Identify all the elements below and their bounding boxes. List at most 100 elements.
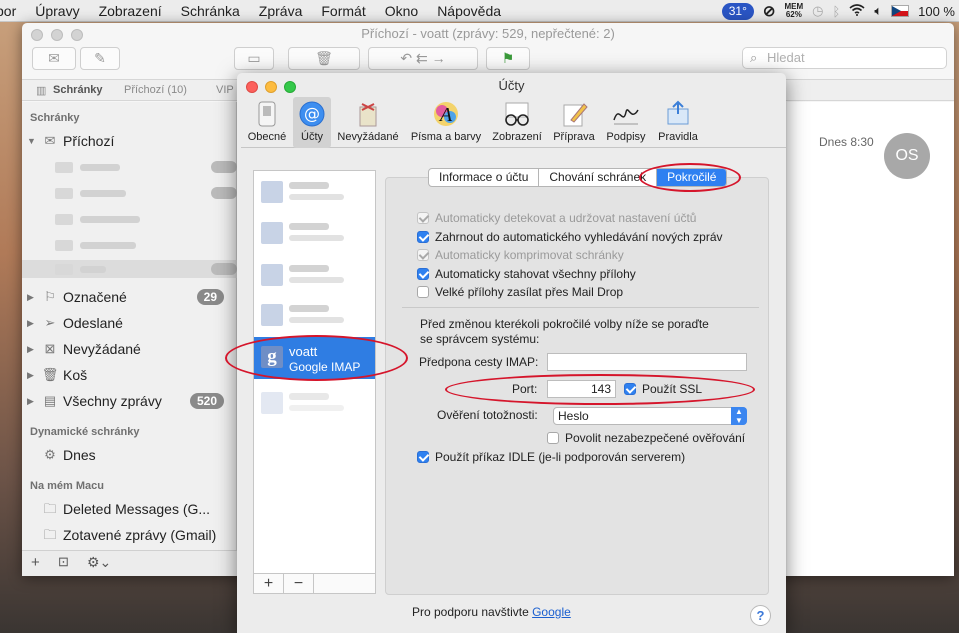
menu-edit[interactable]: Úpravy	[26, 3, 89, 19]
tab-label: Písma a barvy	[410, 131, 482, 143]
flag-icon: ⚑	[501, 50, 515, 66]
battery-text[interactable]: 100 %	[918, 4, 955, 19]
menu-format[interactable]: Formát	[312, 3, 375, 19]
delete-junk-buttons[interactable]: 🗑︎	[288, 47, 360, 70]
sidebar-item-deleted-messages[interactable]: 🗀 Deleted Messages (G...	[22, 497, 237, 521]
archive-button[interactable]: ▭	[234, 47, 274, 70]
gear-menu-button[interactable]: ⚙⌄	[87, 554, 111, 571]
sidebar-item-recovered[interactable]: 🗀 Zotavené zprávy (Gmail)	[22, 523, 237, 547]
sidebar-item-trash[interactable]: ▶ 🗑︎ Koš	[22, 363, 237, 387]
time-machine-icon[interactable]: ◷	[812, 3, 823, 19]
annotation-ellipse-account	[225, 335, 408, 381]
trash-icon: 🗑︎	[41, 367, 59, 382]
support-link[interactable]: Google	[532, 605, 571, 619]
sidebar-item-label: Dnes	[63, 447, 96, 463]
compose-button[interactable]: ✎	[80, 47, 120, 70]
checkbox-box[interactable]	[417, 268, 429, 280]
account-list: g voatt Google IMAP	[253, 170, 376, 593]
fav-sidebar-icon[interactable]: ▥	[36, 84, 46, 97]
flag-button[interactable]: ⚑	[486, 47, 530, 70]
disclosure-down-icon[interactable]: ▼	[27, 129, 36, 153]
menu-view[interactable]: Zobrazení	[90, 3, 172, 19]
add-mailbox-button[interactable]: +	[31, 554, 40, 571]
tab-account-info[interactable]: Informace o účtu	[429, 169, 540, 186]
memory-indicator[interactable]: MEM 62%	[784, 3, 803, 19]
inbox-subaccount[interactable]	[52, 210, 237, 228]
wifi-icon[interactable]	[849, 3, 865, 19]
reply-forward-buttons[interactable]: ↶ ⇇ →	[368, 47, 478, 70]
tab-accounts[interactable]: @ Účty	[293, 97, 331, 148]
tab-fonts-colors[interactable]: A Písma a barvy	[407, 97, 485, 148]
tab-label: Pravidla	[658, 131, 698, 143]
account-row[interactable]	[254, 385, 375, 419]
preferences-toolbar: Obecné @ Účty Nevyžádané A Písma a barvy…	[241, 97, 786, 148]
inbox-subaccount[interactable]	[52, 236, 237, 254]
checkbox-label: Automaticky komprimovat schránky	[435, 248, 624, 262]
inbox-subaccount[interactable]	[52, 158, 237, 176]
junk-bin-icon	[353, 100, 383, 128]
temperature-badge[interactable]: 31°	[721, 2, 754, 20]
auth-select-value: Heslo	[558, 409, 589, 423]
checkbox-box[interactable]	[417, 451, 429, 463]
glasses-icon	[502, 100, 532, 128]
disclosure-right-icon[interactable]: ▶	[27, 311, 34, 335]
tab-signatures[interactable]: Podpisy	[601, 97, 651, 148]
menu-mailbox[interactable]: Schránka	[172, 3, 250, 19]
sidebar-item-inbox[interactable]: ▼ ✉ Příchozí	[22, 129, 237, 153]
checkbox-box[interactable]	[417, 286, 429, 298]
sidebar-item-today[interactable]: ⚙ Dnes	[22, 443, 237, 467]
tab-junk[interactable]: Nevyžádané	[333, 97, 403, 148]
bluetooth-icon[interactable]: ᛒ	[833, 4, 841, 19]
sidebar-item-junk[interactable]: ▶ ⊠ Nevyžádané	[22, 337, 237, 361]
get-mail-button[interactable]: ✉	[32, 47, 76, 70]
account-row[interactable]	[254, 174, 375, 208]
sidebar-item-flagged[interactable]: ▶ ⚐ Označené 29	[22, 285, 237, 309]
status-o-icon[interactable]: ⊘	[763, 2, 776, 20]
menu-help[interactable]: Nápověda	[428, 3, 511, 19]
switch-icon	[252, 100, 282, 128]
imap-prefix-input[interactable]	[547, 353, 747, 371]
warning-text: Před změnou kterékoli pokročilé volby ní…	[420, 317, 709, 347]
remove-account-button[interactable]: −	[284, 574, 314, 593]
auth-select[interactable]: Heslo ▲ ▼	[553, 407, 747, 425]
checkbox-box[interactable]	[417, 231, 429, 243]
fav-vip[interactable]: VIP	[216, 84, 234, 96]
fav-mailboxes[interactable]: Schránky	[53, 84, 103, 96]
menu-window[interactable]: Okno	[376, 3, 428, 19]
checkbox-box[interactable]	[547, 432, 559, 444]
inbox-subaccount-selected[interactable]	[22, 260, 237, 278]
tab-composing[interactable]: Příprava	[549, 97, 599, 148]
memory-value: 62%	[785, 10, 802, 19]
add-account-button[interactable]: +	[254, 574, 284, 593]
search-input[interactable]: ⌕ Hledat	[742, 47, 947, 69]
fav-inbox[interactable]: Příchozí (10)	[124, 84, 187, 96]
menu-message[interactable]: Zpráva	[250, 3, 313, 19]
disclosure-right-icon[interactable]: ▶	[27, 363, 34, 387]
checkbox-box[interactable]	[417, 249, 429, 261]
account-row[interactable]	[254, 215, 375, 249]
disclosure-right-icon[interactable]: ▶	[27, 285, 34, 309]
help-button[interactable]: ?	[750, 605, 771, 626]
sidebar-item-all-mail[interactable]: ▶ ▤ Všechny zprávy 520	[22, 389, 237, 413]
inbox-subaccount[interactable]	[52, 184, 237, 202]
disclosure-right-icon[interactable]: ▶	[27, 389, 34, 413]
checkbox-box[interactable]	[417, 212, 429, 224]
show-hide-icon[interactable]: ⊡	[58, 554, 69, 570]
tab-label: Zobrazení	[492, 131, 542, 143]
disclosure-right-icon[interactable]: ▶	[27, 337, 34, 361]
tab-rules[interactable]: Pravidla	[653, 97, 703, 148]
tab-viewing[interactable]: Zobrazení	[489, 97, 545, 148]
search-placeholder: Hledat	[767, 50, 805, 65]
sidebar-item-sent[interactable]: ▶ ➢ Odeslané	[22, 311, 237, 335]
checkbox-label: Automaticky detekovat a udržovat nastave…	[435, 211, 697, 225]
volume-icon[interactable]: 🔈︎	[874, 3, 882, 19]
annotation-ellipse-advanced-tab	[639, 163, 741, 192]
reply-icon: ↶ ⇇ →	[400, 50, 446, 66]
menu-app[interactable]: bor	[0, 3, 26, 19]
account-row[interactable]	[254, 297, 375, 331]
tab-general[interactable]: Obecné	[243, 97, 291, 148]
czech-flag-icon[interactable]	[891, 5, 910, 17]
account-row[interactable]	[254, 257, 375, 291]
warning-line-2: se správcem systému:	[420, 332, 540, 346]
svg-text:@: @	[304, 104, 320, 123]
